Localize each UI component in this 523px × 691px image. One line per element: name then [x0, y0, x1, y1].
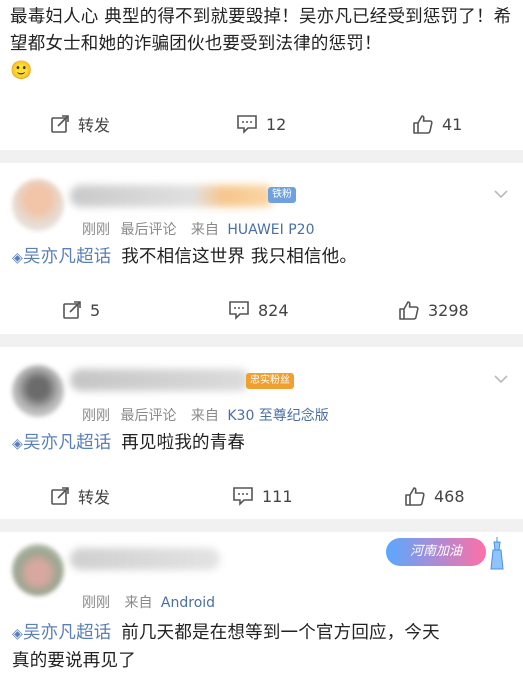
repost-icon	[63, 301, 81, 319]
like-button[interactable]: 3298	[398, 290, 469, 330]
repost-label: 转发	[78, 488, 111, 507]
supertopic-link[interactable]: 吴亦凡超话	[23, 623, 112, 643]
supertopic-link[interactable]: 吴亦凡超话	[23, 247, 112, 267]
henan-sticker: 河南加油	[386, 538, 486, 566]
post-time: 刚刚	[82, 222, 110, 238]
comment-button[interactable]: 12	[236, 104, 286, 144]
post-text: 再见啦我的青春	[121, 433, 246, 453]
thumbs-up-icon	[405, 487, 425, 506]
post-actions: 5 824 3298	[0, 290, 523, 330]
post-card-2: 铁粉 刚刚 最后评论 来自 HUAWEI P20 ◈吴亦凡超话 我不相信这世界 …	[0, 163, 523, 334]
comment-count: 12	[266, 114, 287, 134]
repost-button[interactable]: 5	[62, 290, 100, 330]
repost-icon	[51, 487, 69, 505]
chevron-down-icon[interactable]	[493, 371, 509, 387]
post-time: 刚刚	[82, 595, 110, 611]
supertopic-icon[interactable]: ◈	[12, 250, 23, 266]
post-body: ◈吴亦凡超话 前几天都是在想等到一个官方回应，今天 真的要说再见了	[12, 620, 517, 675]
post-card-4: 河南加油 刚刚 来自 Android ◈吴亦凡超话 前几天都是在想等到一个官方回…	[0, 532, 523, 691]
comment-count: 824	[258, 300, 289, 320]
device-name: K30 至尊纪念版	[227, 408, 329, 424]
username-blurred[interactable]	[70, 548, 220, 570]
supertopic-link[interactable]: 吴亦凡超话	[23, 433, 112, 453]
comment-icon	[229, 301, 249, 320]
sticker-text: 河南加油	[409, 544, 462, 559]
like-count: 3298	[428, 300, 469, 320]
comment-icon	[233, 487, 253, 506]
repost-button[interactable]: 转发	[50, 476, 110, 516]
last-comment-label: 最后评论	[120, 408, 177, 424]
username-blurred[interactable]	[70, 369, 250, 391]
supertopic-icon[interactable]: ◈	[12, 436, 23, 452]
post-text-line2: 真的要说再见了	[12, 651, 136, 671]
post-time: 刚刚	[82, 408, 110, 424]
repost-icon	[51, 115, 69, 133]
smile-emoji-icon: 🙂	[10, 60, 33, 81]
post-actions: 转发 111 468	[0, 476, 523, 516]
post-card-1: 最毒妇人心 典型的得不到就要毁掉！吴亦凡已经受到惩罚了！希望都女士和她的诈骗团伙…	[0, 0, 523, 150]
avatar[interactable]	[12, 365, 64, 417]
post-body: ◈吴亦凡超话 我不相信这世界 我只相信他。	[12, 244, 517, 272]
tower-icon	[490, 537, 504, 570]
from-label: 来自	[124, 595, 153, 611]
post-card-3: 忠实粉丝 刚刚 最后评论 来自 K30 至尊纪念版 ◈吴亦凡超话 再见啦我的青春…	[0, 347, 523, 519]
like-button[interactable]: 41	[412, 104, 462, 144]
comment-icon	[237, 115, 257, 134]
thumbs-up-icon	[413, 115, 433, 134]
post-meta: 刚刚 最后评论 来自 K30 至尊纪念版	[82, 405, 329, 425]
supertopic-icon[interactable]: ◈	[12, 626, 23, 642]
like-button[interactable]: 468	[404, 476, 465, 516]
thumbs-up-icon	[399, 301, 419, 320]
avatar[interactable]	[12, 544, 64, 596]
username-blurred[interactable]	[70, 185, 275, 207]
post-text: 我不相信这世界 我只相信他。	[121, 247, 358, 267]
from-label: 来自	[190, 222, 219, 238]
post-text: 最毒妇人心 典型的得不到就要毁掉！吴亦凡已经受到惩罚了！希望都女士和她的诈骗团伙…	[10, 7, 512, 54]
like-count: 468	[434, 486, 465, 506]
repost-count: 5	[90, 300, 101, 320]
comment-button[interactable]: 111	[232, 476, 293, 516]
fan-badge: 忠实粉丝	[246, 373, 294, 389]
fan-badge: 铁粉	[268, 187, 296, 203]
repost-button[interactable]: 转发	[50, 104, 110, 144]
avatar[interactable]	[12, 179, 64, 231]
repost-label: 转发	[78, 116, 111, 135]
like-count: 41	[442, 114, 463, 134]
post-meta: 刚刚 最后评论 来自 HUAWEI P20	[82, 219, 314, 239]
last-comment-label: 最后评论	[120, 222, 177, 238]
post-body: ◈吴亦凡超话 再见啦我的青春	[12, 430, 517, 458]
comment-count: 111	[262, 486, 293, 506]
device-name: Android	[160, 595, 216, 611]
post-meta: 刚刚 来自 Android	[82, 592, 215, 612]
comment-button[interactable]: 824	[228, 290, 289, 330]
device-name: HUAWEI P20	[227, 222, 315, 238]
post-text-line1: 前几天都是在想等到一个官方回应，今天	[121, 623, 440, 643]
post-actions: 转发 12 41	[0, 104, 523, 144]
from-label: 来自	[190, 408, 219, 424]
chevron-down-icon[interactable]	[493, 186, 509, 202]
